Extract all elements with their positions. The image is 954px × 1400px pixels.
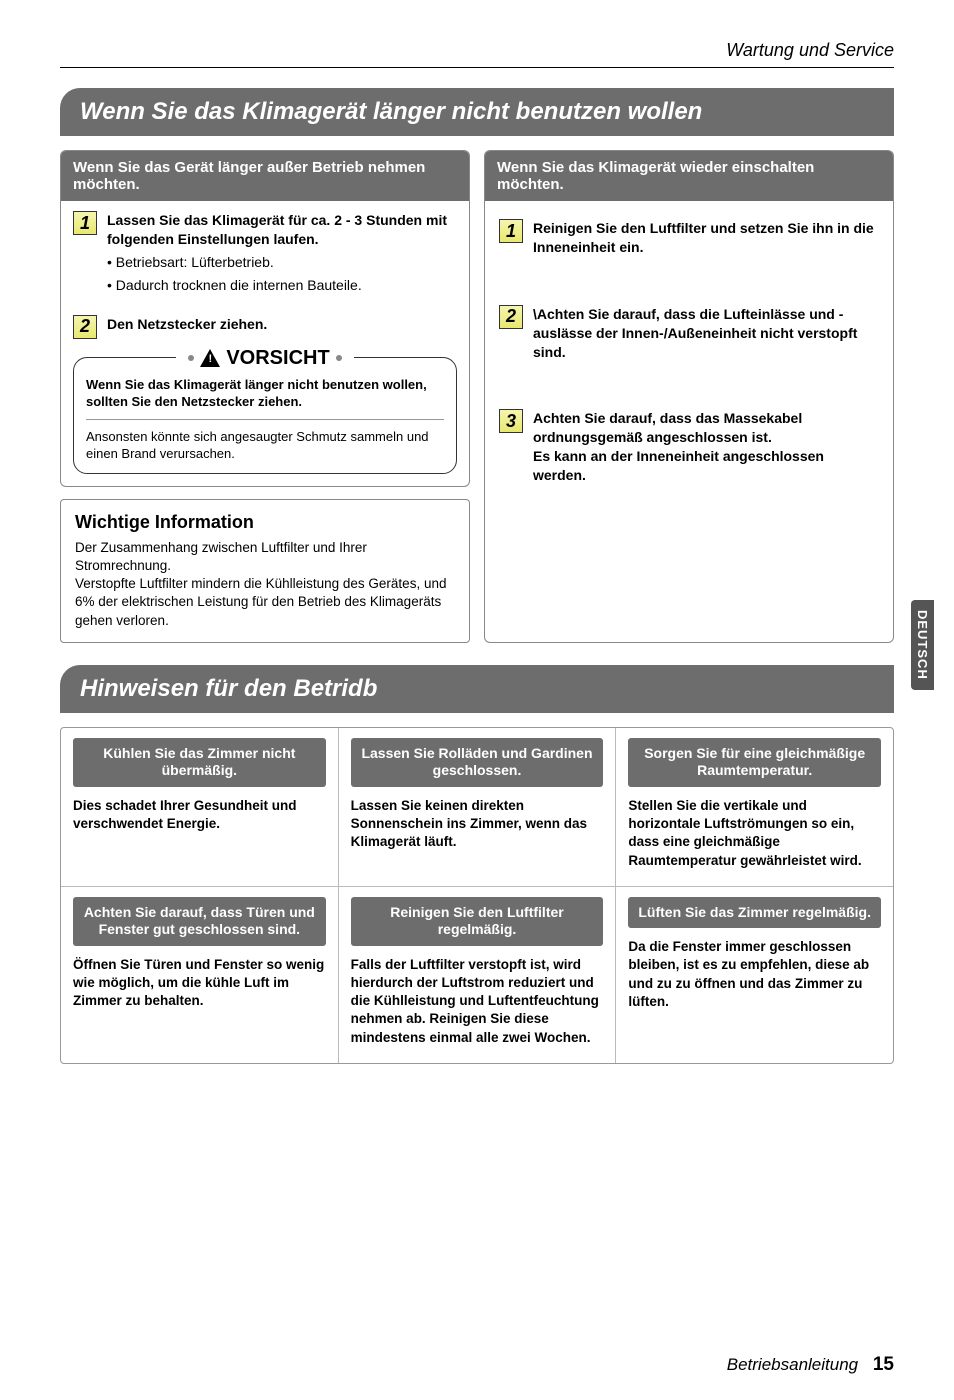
right-step-3-text: Achten Sie darauf, dass das Massekabel o… (533, 409, 879, 485)
section1-title: Wenn Sie das Klimagerät länger nicht ben… (60, 88, 894, 136)
running-head: Wartung und Service (60, 40, 894, 61)
page-number: 15 (873, 1354, 894, 1375)
right-step-1-text: Reinigen Sie den Luftfilter und setzen S… (533, 219, 879, 257)
right-card-header: Wenn Sie das Klimagerät wieder einschalt… (485, 151, 893, 201)
tip-body: Lassen Sie keinen direkten Sonnenschein … (351, 797, 604, 852)
dot-icon (188, 355, 194, 361)
right-step-2-body: \Achten Sie darauf, dass die Lufteinläss… (533, 305, 879, 362)
right-step-1: 1 Reinigen Sie den Luftfilter und setzen… (485, 201, 893, 287)
step-number-icon: 1 (499, 219, 523, 243)
tip-body: Falls der Luftfilter verstopft ist, wird… (351, 956, 604, 1047)
left-column: Wenn Sie das Gerät länger außer Betrieb … (60, 150, 470, 643)
right-step-1-body: Reinigen Sie den Luftfilter und setzen S… (533, 219, 879, 257)
right-step-3: 3 Achten Sie darauf, dass das Massekabel… (485, 391, 893, 515)
tip-header: Lüften Sie das Zimmer regelmäßig. (628, 897, 881, 929)
caution-label: VORSICHT (226, 345, 329, 372)
tip-cell: Lassen Sie Rolläden und Gardinen geschlo… (338, 728, 616, 886)
right-column: Wenn Sie das Klimagerät wieder einschalt… (484, 150, 894, 643)
step-number-icon: 3 (499, 409, 523, 433)
tip-body: Da die Fenster immer geschlossen bleiben… (628, 938, 881, 1011)
left-step-1-title: Lassen Sie das Klimagerät für ca. 2 - 3 … (107, 211, 457, 249)
right-step-2-text: \Achten Sie darauf, dass die Lufteinläss… (533, 305, 879, 362)
language-tab: DEUTSCH (911, 600, 934, 690)
footer: Betriebsanleitung 15 (727, 1354, 894, 1376)
tip-header: Lassen Sie Rolläden und Gardinen geschlo… (351, 738, 604, 787)
tip-cell: Achten Sie darauf, dass Türen und Fenste… (61, 887, 338, 1063)
tip-header: Achten Sie darauf, dass Türen und Fenste… (73, 897, 326, 946)
footer-label: Betriebsanleitung (727, 1355, 858, 1374)
tip-cell: Kühlen Sie das Zimmer nicht übermäßig. D… (61, 728, 338, 886)
tip-cell: Sorgen Sie für eine gleichmäßige Raumtem… (615, 728, 893, 886)
step-number-icon: 2 (499, 305, 523, 329)
tip-header: Sorgen Sie für eine gleichmäßige Raumtem… (628, 738, 881, 787)
caution-box: VORSICHT Wenn Sie das Klimagerät länger … (73, 357, 457, 474)
tip-header: Kühlen Sie das Zimmer nicht übermäßig. (73, 738, 326, 787)
divider (86, 419, 444, 420)
tips-table: Kühlen Sie das Zimmer nicht übermäßig. D… (60, 727, 894, 1064)
section2-title: Hinweisen für den Betridb (60, 665, 894, 713)
info-p2: Verstopfte Luftfilter mindern die Kühlle… (75, 575, 455, 630)
left-step-1-body: Lassen Sie das Klimagerät für ca. 2 - 3 … (107, 211, 457, 295)
tip-cell: Reinigen Sie den Luftfilter regelmäßig. … (338, 887, 616, 1063)
step-number-icon: 2 (73, 315, 97, 339)
tip-body: Dies schadet Ihrer Gesundheit und versch… (73, 797, 326, 833)
left-step-2-body: Den Netzstecker ziehen. (107, 315, 267, 334)
tip-header: Reinigen Sie den Luftfilter regelmäßig. (351, 897, 604, 946)
tip-cell: Lüften Sie das Zimmer regelmäßig. Da die… (615, 887, 893, 1063)
left-step-2-title: Den Netzstecker ziehen. (107, 315, 267, 334)
right-step-3-body: Achten Sie darauf, dass das Massekabel o… (533, 409, 879, 485)
caution-title: VORSICHT (176, 345, 353, 372)
section1-columns: Wenn Sie das Gerät länger außer Betrieb … (60, 150, 894, 643)
warning-triangle-icon (200, 349, 220, 367)
step-number-icon: 1 (73, 211, 97, 235)
left-card: Wenn Sie das Gerät länger außer Betrieb … (60, 150, 470, 487)
table-row: Kühlen Sie das Zimmer nicht übermäßig. D… (61, 728, 893, 886)
tip-body: Öffnen Sie Türen und Fenster so wenig wi… (73, 956, 326, 1011)
right-step-2: 2 \Achten Sie darauf, dass die Lufteinlä… (485, 287, 893, 392)
dot-icon (336, 355, 342, 361)
caution-title-wrap: VORSICHT (74, 345, 456, 372)
table-row: Achten Sie darauf, dass Türen und Fenste… (61, 886, 893, 1063)
header-rule: Wartung und Service (60, 40, 894, 68)
left-step-2: 2 Den Netzstecker ziehen. (61, 305, 469, 349)
tip-body: Stellen Sie die vertikale und horizontal… (628, 797, 881, 870)
right-card: Wenn Sie das Klimagerät wieder einschalt… (484, 150, 894, 643)
info-card: Wichtige Information Der Zusammenhang zw… (60, 499, 470, 643)
caution-bold: Wenn Sie das Klimagerät länger nicht ben… (86, 376, 444, 411)
caution-text: Ansonsten könnte sich angesaugter Schmut… (86, 428, 444, 463)
info-p1: Der Zusammenhang zwischen Luftfilter und… (75, 539, 455, 575)
left-step-1: 1 Lassen Sie das Klimagerät für ca. 2 - … (61, 201, 469, 305)
info-title: Wichtige Information (75, 512, 455, 533)
left-step-1-bullet-2: • Dadurch trocknen die internen Bauteile… (107, 276, 457, 295)
left-card-header: Wenn Sie das Gerät länger außer Betrieb … (61, 151, 469, 201)
left-step-1-bullet-1: • Betriebsart: Lüfterbetrieb. (107, 253, 457, 272)
